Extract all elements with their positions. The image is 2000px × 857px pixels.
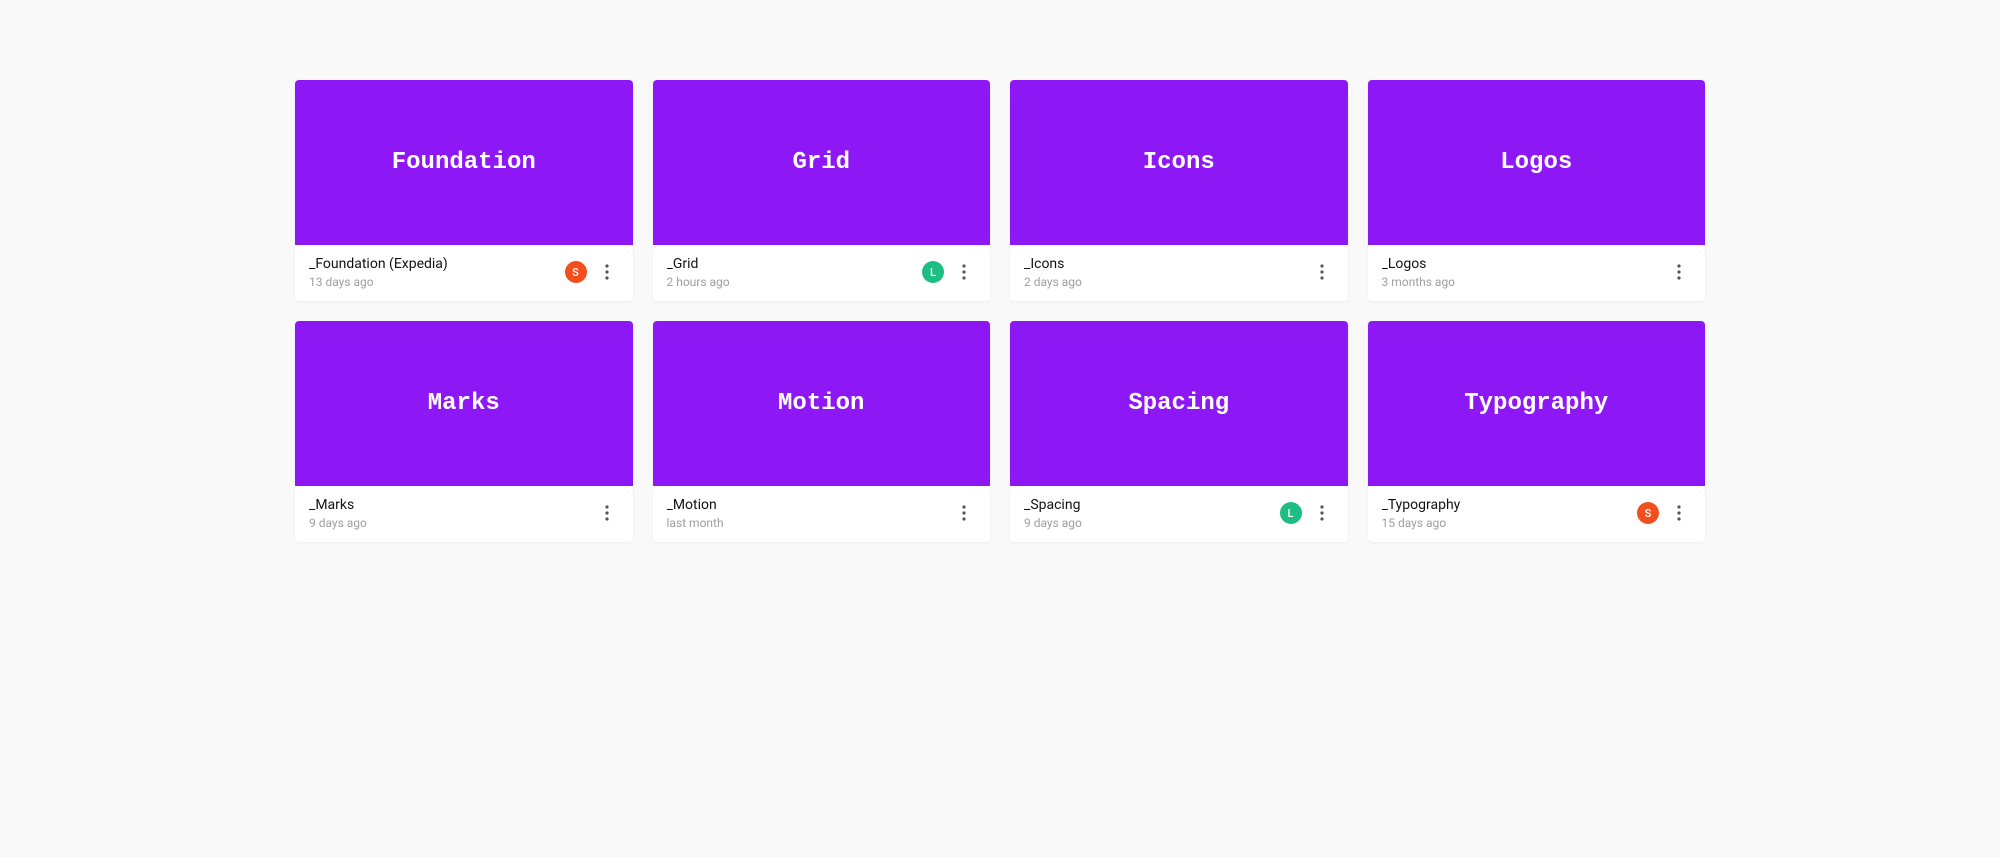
file-card[interactable]: Marks _Marks 9 days ago (295, 321, 633, 542)
more-vertical-icon (605, 264, 609, 280)
file-timestamp: last month (667, 516, 945, 530)
file-meta-text: _Grid 2 hours ago (667, 255, 915, 289)
more-vertical-icon (1320, 264, 1324, 280)
avatar: S (1637, 502, 1659, 524)
more-vertical-icon (1320, 505, 1324, 521)
file-meta-row: _Marks 9 days ago (295, 486, 633, 542)
more-options-button[interactable] (1667, 260, 1691, 284)
thumbnail-label: Icons (1143, 149, 1215, 176)
more-options-button[interactable] (952, 501, 976, 525)
file-thumbnail: Typography (1368, 321, 1706, 486)
more-vertical-icon (962, 505, 966, 521)
file-thumbnail: Marks (295, 321, 633, 486)
file-card[interactable]: Grid _Grid 2 hours ago L (653, 80, 991, 301)
thumbnail-label: Logos (1500, 149, 1572, 176)
file-card[interactable]: Icons _Icons 2 days ago (1010, 80, 1348, 301)
file-name: _Motion (667, 496, 945, 514)
file-meta-row: _Typography 15 days ago S (1368, 486, 1706, 542)
file-meta-row: _Icons 2 days ago (1010, 245, 1348, 301)
file-name: _Spacing (1024, 496, 1272, 514)
file-thumbnail: Grid (653, 80, 991, 245)
file-card[interactable]: Motion _Motionlast month (653, 321, 991, 542)
more-vertical-icon (1677, 264, 1681, 280)
more-options-button[interactable] (952, 260, 976, 284)
more-options-button[interactable] (595, 260, 619, 284)
file-timestamp: 9 days ago (1024, 516, 1272, 530)
file-timestamp: 9 days ago (309, 516, 587, 530)
file-thumbnail: Logos (1368, 80, 1706, 245)
file-meta-row: _Logos 3 months ago (1368, 245, 1706, 301)
file-meta-text: _Marks 9 days ago (309, 496, 587, 530)
file-card[interactable]: Typography _Typography 15 days ago S (1368, 321, 1706, 542)
file-meta-row: _Foundation (Expedia) 13 days ago S (295, 245, 633, 301)
file-meta-row: _Motionlast month (653, 486, 991, 542)
more-options-button[interactable] (1310, 501, 1334, 525)
more-vertical-icon (1677, 505, 1681, 521)
thumbnail-label: Motion (778, 390, 864, 417)
file-name: _Foundation (Expedia) (309, 255, 557, 273)
file-thumbnail: Motion (653, 321, 991, 486)
file-card[interactable]: Spacing _Spacing 9 days ago L (1010, 321, 1348, 542)
file-timestamp: 15 days ago (1382, 516, 1630, 530)
file-timestamp: 13 days ago (309, 275, 557, 289)
file-thumbnail: Foundation (295, 80, 633, 245)
file-grid: Foundation _Foundation (Expedia) 13 days a… (295, 80, 1705, 542)
thumbnail-label: Typography (1464, 390, 1608, 417)
thumbnail-label: Marks (428, 390, 500, 417)
file-name: _Grid (667, 255, 915, 273)
thumbnail-label: Foundation (392, 149, 536, 176)
file-meta-text: _Spacing 9 days ago (1024, 496, 1272, 530)
file-timestamp: 3 months ago (1382, 275, 1660, 289)
file-name: _Typography (1382, 496, 1630, 514)
file-name: _Logos (1382, 255, 1660, 273)
more-options-button[interactable] (595, 501, 619, 525)
more-vertical-icon (605, 505, 609, 521)
file-card[interactable]: Logos _Logos 3 months ago (1368, 80, 1706, 301)
file-name: _Icons (1024, 255, 1302, 273)
file-timestamp: 2 hours ago (667, 275, 915, 289)
file-meta-text: _Icons 2 days ago (1024, 255, 1302, 289)
file-timestamp: 2 days ago (1024, 275, 1302, 289)
file-meta-text: _Typography 15 days ago (1382, 496, 1630, 530)
more-options-button[interactable] (1310, 260, 1334, 284)
file-thumbnail: Spacing (1010, 321, 1348, 486)
thumbnail-label: Spacing (1128, 390, 1229, 417)
avatar: L (922, 261, 944, 283)
more-vertical-icon (962, 264, 966, 280)
file-name: _Marks (309, 496, 587, 514)
avatar: L (1280, 502, 1302, 524)
file-meta-row: _Spacing 9 days ago L (1010, 486, 1348, 542)
file-meta-text: _Motionlast month (667, 496, 945, 530)
file-meta-text: _Logos 3 months ago (1382, 255, 1660, 289)
avatar: S (565, 261, 587, 283)
file-card[interactable]: Foundation _Foundation (Expedia) 13 days a… (295, 80, 633, 301)
file-meta-row: _Grid 2 hours ago L (653, 245, 991, 301)
thumbnail-label: Grid (792, 149, 850, 176)
file-meta-text: _Foundation (Expedia) 13 days ago (309, 255, 557, 289)
file-thumbnail: Icons (1010, 80, 1348, 245)
more-options-button[interactable] (1667, 501, 1691, 525)
